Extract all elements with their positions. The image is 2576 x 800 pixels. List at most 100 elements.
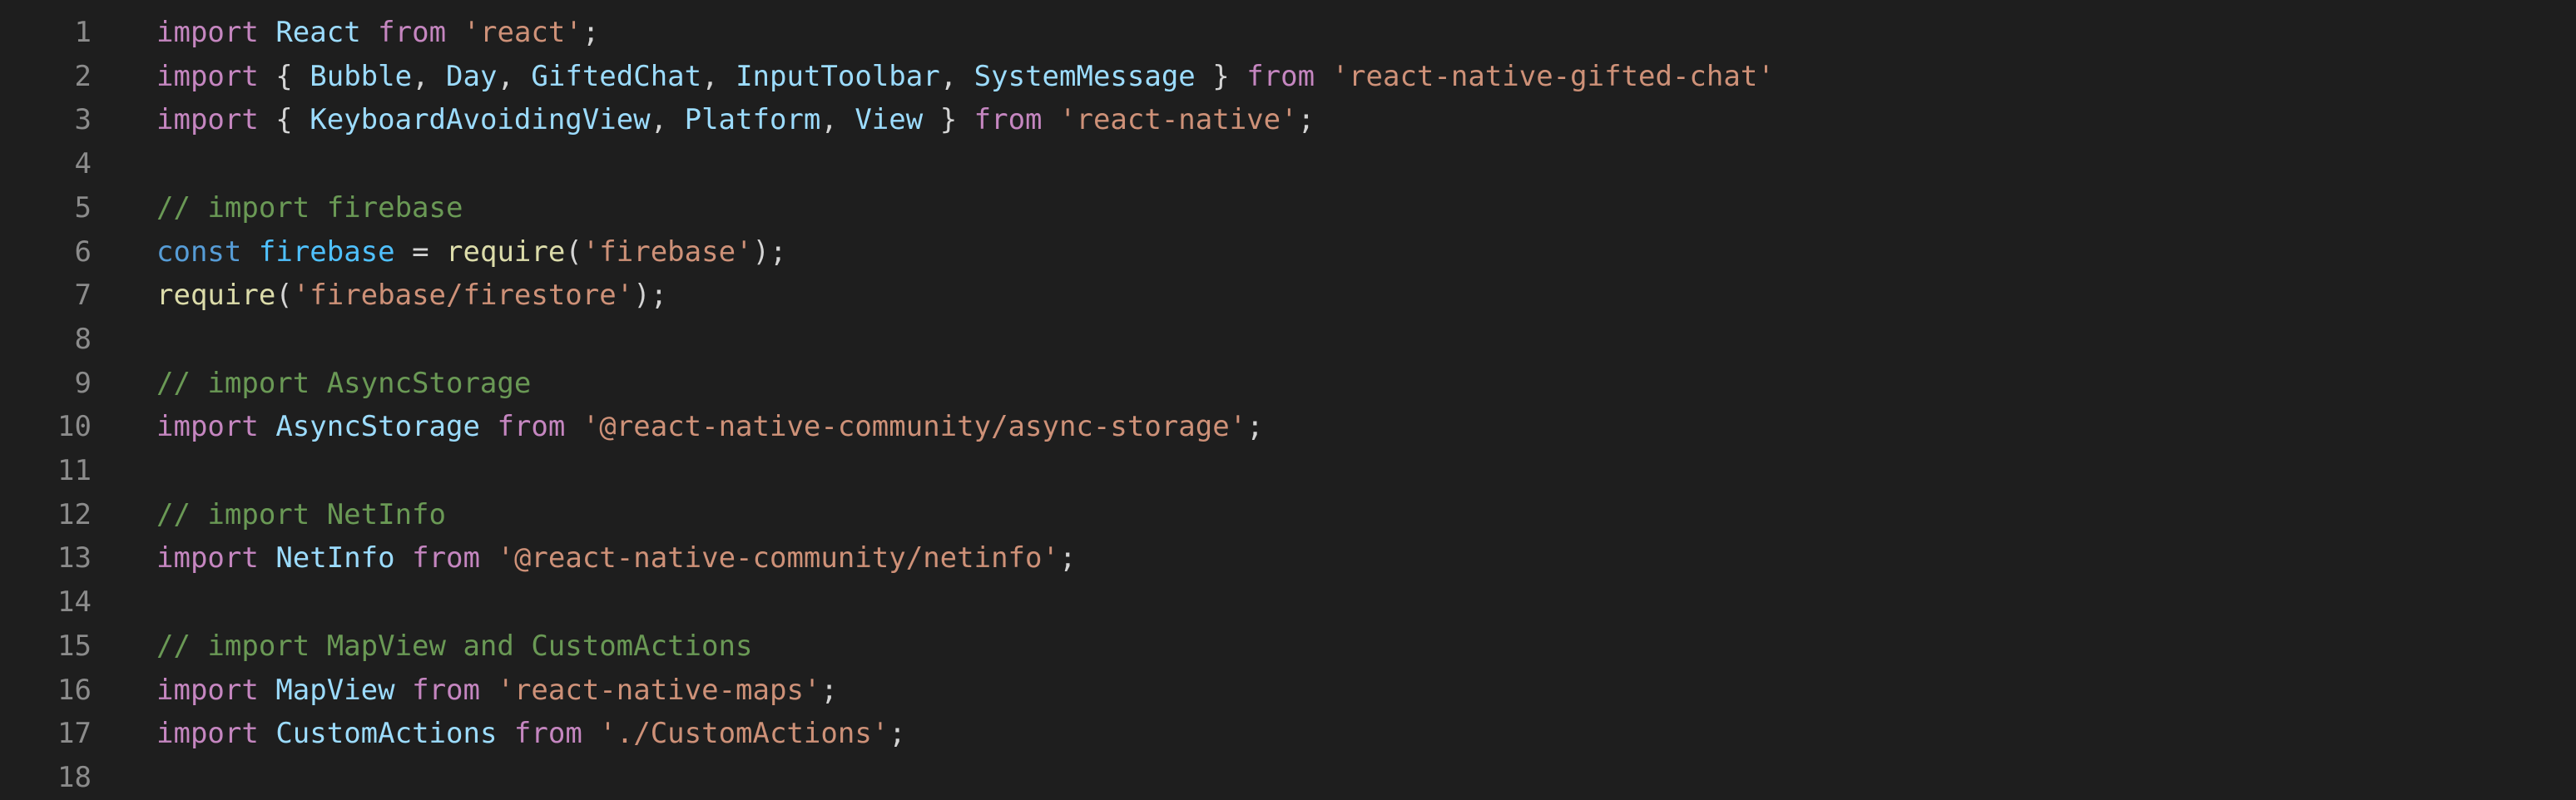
code-text[interactable]: const firebase = require('firebase'); (156, 230, 786, 274)
code-line[interactable]: 14 (0, 580, 2576, 625)
code-token: from (497, 410, 566, 444)
code-token: import (156, 16, 259, 49)
line-number: 2 (74, 59, 92, 93)
code-text[interactable]: import CustomActions from './CustomActio… (156, 712, 906, 756)
code-token: 'react-native-gifted-chat' (1331, 59, 1775, 93)
code-line[interactable]: 15 // import MapView and CustomActions (0, 625, 2576, 669)
code-text[interactable]: import MapView from 'react-native-maps'; (156, 669, 838, 713)
code-token: ); (633, 279, 668, 313)
code-line[interactable]: 8 (0, 318, 2576, 362)
code-line[interactable]: 4 (0, 142, 2576, 186)
code-text[interactable]: import React from 'react'; (156, 11, 599, 55)
code-token: = (394, 235, 447, 269)
code-token: import (156, 541, 259, 575)
code-line[interactable]: 7 require('firebase/firestore'); (0, 274, 2576, 318)
code-token: import (156, 717, 259, 751)
code-line[interactable]: 6 const firebase = require('firebase'); (0, 230, 2576, 274)
code-line[interactable]: 12 // import NetInfo (0, 493, 2576, 537)
code-token: MapView (275, 673, 395, 707)
code-token: NetInfo (275, 541, 395, 575)
code-token: React (275, 16, 361, 49)
code-token: , (701, 59, 736, 93)
code-token: from (513, 717, 582, 751)
code-text[interactable]: // import firebase (156, 186, 463, 230)
code-token: } (923, 103, 974, 137)
code-token: // import MapView and CustomActions (156, 629, 753, 663)
code-token: firebase (258, 235, 395, 269)
code-token: ( (275, 279, 293, 313)
code-token: // import AsyncStorage (156, 366, 532, 400)
code-line[interactable]: 2 import { Bubble, Day, GiftedChat, Input… (0, 55, 2576, 99)
code-token: { (258, 103, 310, 137)
code-token: 'react-native' (1059, 103, 1298, 137)
code-text[interactable]: // import NetInfo (156, 493, 446, 537)
line-number: 10 (57, 410, 92, 444)
code-line[interactable]: 9 // import AsyncStorage (0, 362, 2576, 406)
code-line[interactable]: 5 // import firebase (0, 186, 2576, 230)
code-token: from (412, 673, 480, 707)
code-token: , (820, 103, 855, 137)
code-text[interactable]: import { Bubble, Day, GiftedChat, InputT… (156, 55, 1775, 99)
code-line[interactable]: 1 import React from 'react'; (0, 11, 2576, 55)
code-token: , (497, 59, 532, 93)
code-token: ; (820, 673, 838, 707)
code-token: import (156, 103, 259, 137)
line-number: 4 (74, 147, 92, 181)
code-line[interactable]: 11 (0, 449, 2576, 493)
code-text[interactable]: // import MapView and CustomActions (156, 625, 752, 669)
code-token: ; (1246, 410, 1264, 444)
line-number: 1 (74, 16, 92, 49)
code-token: , (650, 103, 685, 137)
code-token: SystemMessage (973, 59, 1196, 93)
code-editor[interactable]: 1 import React from 'react'; 2 import { Bub… (0, 0, 2576, 794)
line-number: 15 (57, 629, 92, 663)
code-line[interactable]: 16 import MapView from 'react-native-maps… (0, 669, 2576, 713)
code-token: } (1195, 59, 1247, 93)
code-text[interactable]: // import AsyncStorage (156, 362, 531, 406)
code-token: from (412, 541, 480, 575)
code-token: ; (1058, 541, 1077, 575)
code-token: require (446, 235, 566, 269)
line-number: 7 (74, 279, 92, 313)
code-token: './CustomActions' (599, 717, 889, 751)
line-number: 11 (57, 454, 92, 487)
line-number: 13 (57, 541, 92, 575)
line-number: 14 (57, 585, 92, 620)
code-token: ; (889, 717, 906, 751)
code-token: 'firebase' (582, 235, 753, 269)
line-number: 5 (74, 190, 92, 225)
code-token: Platform (684, 103, 821, 137)
code-token: 'react' (463, 16, 582, 49)
code-token: 'react-native-maps' (497, 673, 821, 707)
code-line[interactable]: 18 (0, 756, 2576, 800)
code-text[interactable]: import NetInfo from '@react-native-commu… (156, 536, 1076, 580)
code-text[interactable]: import AsyncStorage from '@react-native-… (156, 405, 1264, 449)
code-line[interactable]: 17 import CustomActions from './CustomAct… (0, 712, 2576, 756)
line-number: 6 (74, 235, 92, 269)
code-token: { (258, 59, 310, 93)
code-token: '@react-native-community/async-storage' (582, 410, 1247, 444)
code-line[interactable]: 10 import AsyncStorage from '@react-nativ… (0, 405, 2576, 449)
code-line[interactable]: 3 import { KeyboardAvoidingView, Platform… (0, 98, 2576, 142)
line-number: 12 (57, 497, 92, 531)
code-text[interactable]: require('firebase/firestore'); (156, 274, 667, 318)
line-number: 17 (57, 717, 92, 751)
line-number: 3 (74, 103, 92, 137)
code-line[interactable]: 13 import NetInfo from '@react-native-com… (0, 536, 2576, 580)
code-token: from (1246, 59, 1315, 93)
code-token: , (412, 59, 447, 93)
code-text[interactable]: import { KeyboardAvoidingView, Platform,… (156, 98, 1315, 142)
